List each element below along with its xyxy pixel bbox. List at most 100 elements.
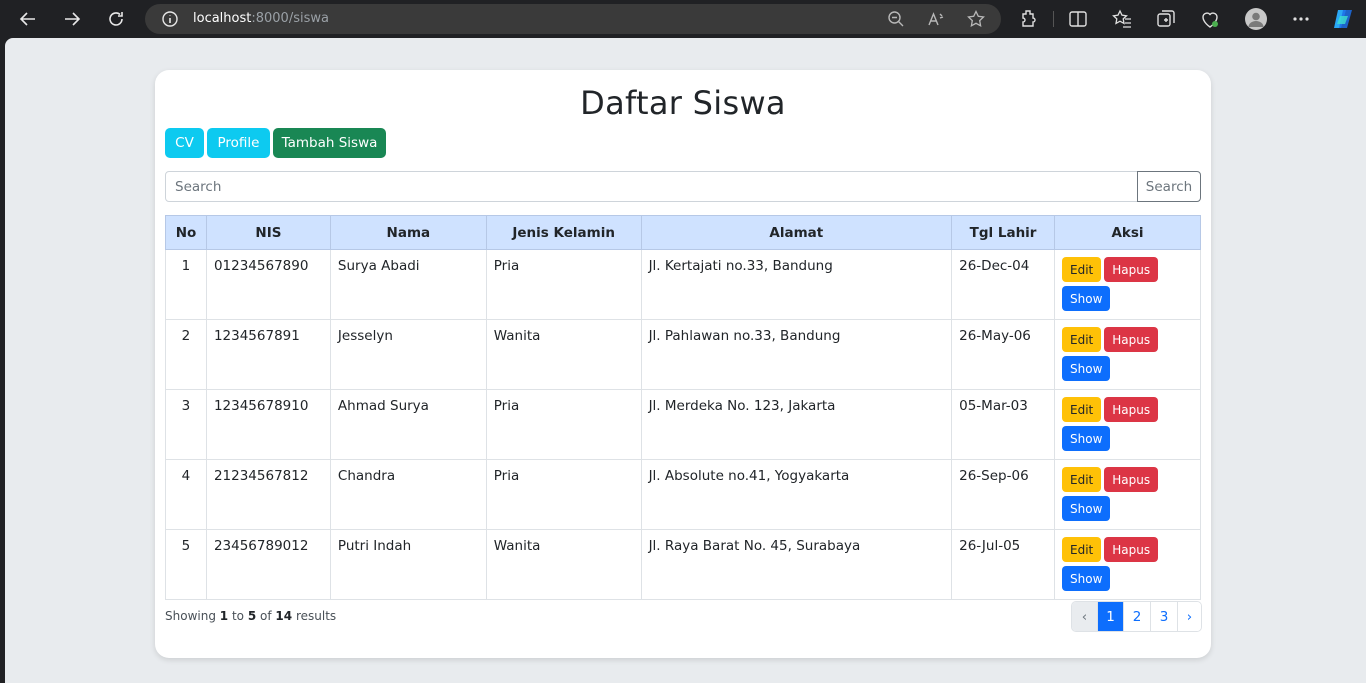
forward-button[interactable] [57, 4, 87, 34]
header-nama: Nama [329, 215, 487, 250]
table-row: 4 21234567812 Chandra Pria Jl. Absolute … [165, 459, 1201, 530]
cell-tgl-lahir: 26-Dec-04 [951, 249, 1056, 320]
show-button[interactable]: Show [1062, 426, 1111, 451]
cell-aksi: Edit Hapus Show [1054, 319, 1201, 390]
refresh-icon [109, 12, 123, 26]
extensions-icon[interactable] [1017, 7, 1041, 31]
show-button[interactable]: Show [1062, 566, 1111, 591]
header-tgl-lahir: Tgl Lahir [951, 215, 1056, 250]
table-row: 2 1234567891 Jesselyn Wanita Jl. Pahlawa… [165, 319, 1201, 390]
copilot-icon[interactable] [1330, 6, 1356, 32]
url-text[interactable]: localhost:8000/siswa [193, 11, 329, 26]
table-row: 5 23456789012 Putri Indah Wanita Jl. Ray… [165, 529, 1201, 600]
info-icon[interactable] [161, 10, 179, 28]
cell-aksi: Edit Hapus Show [1054, 529, 1201, 600]
user-icon [1248, 12, 1264, 27]
cell-no: 4 [165, 459, 207, 530]
refresh-button[interactable] [101, 4, 131, 34]
pagination-page-3[interactable]: 3 [1150, 602, 1177, 631]
students-table: No NIS Nama Jenis Kelamin Alamat Tgl Lah… [165, 215, 1201, 600]
profile-button[interactable]: Profile [207, 128, 270, 158]
results-summary: Showing 1 to 5 of 14 results [165, 609, 336, 623]
browser-essentials-icon[interactable] [1198, 7, 1222, 31]
cell-jenis-kelamin: Pria [485, 249, 642, 320]
split-screen-icon[interactable] [1066, 7, 1090, 31]
favorites-icon[interactable] [1110, 7, 1134, 31]
cell-jenis-kelamin: Pria [485, 459, 642, 530]
arrow-left-icon [19, 12, 35, 26]
cell-tgl-lahir: 26-Sep-06 [951, 459, 1056, 530]
arrow-right-icon [65, 12, 81, 26]
header-nis: NIS [205, 215, 331, 250]
cv-button[interactable]: CV [165, 128, 204, 158]
more-menu-button[interactable] [1289, 8, 1313, 30]
show-button[interactable]: Show [1062, 286, 1111, 311]
url-path: :8000/siswa [251, 11, 329, 26]
read-aloud-icon[interactable] [926, 9, 946, 29]
cell-nis: 21234567812 [205, 459, 331, 530]
url-host: localhost [193, 11, 252, 26]
add-student-button[interactable]: Tambah Siswa [273, 128, 386, 158]
cell-nama: Putri Indah [329, 529, 487, 600]
delete-button[interactable]: Hapus [1104, 467, 1159, 492]
cell-jenis-kelamin: Wanita [485, 529, 642, 600]
cell-aksi: Edit Hapus Show [1054, 459, 1201, 530]
cell-nama: Surya Abadi [329, 249, 487, 320]
edit-button[interactable]: Edit [1062, 327, 1102, 352]
summary-total: 14 [275, 609, 293, 623]
delete-button[interactable]: Hapus [1104, 537, 1159, 562]
address-bar[interactable]: localhost:8000/siswa [145, 4, 1001, 34]
cell-no: 5 [165, 529, 207, 600]
header-alamat: Alamat [640, 215, 953, 250]
cell-alamat: Jl. Absolute no.41, Yogyakarta [640, 459, 953, 530]
table-row: 3 12345678910 Ahmad Surya Pria Jl. Merde… [165, 389, 1201, 460]
cell-alamat: Jl. Pahlawan no.33, Bandung [640, 319, 953, 390]
cell-nis: 12345678910 [205, 389, 331, 460]
header-aksi: Aksi [1054, 215, 1201, 250]
cell-tgl-lahir: 05-Mar-03 [951, 389, 1056, 460]
cell-no: 3 [165, 389, 207, 460]
back-button[interactable] [13, 4, 43, 34]
cell-nis: 1234567891 [205, 319, 331, 390]
cell-alamat: Jl. Kertajati no.33, Bandung [640, 249, 953, 320]
summary-from: 1 [219, 609, 229, 623]
cell-tgl-lahir: 26-May-06 [951, 319, 1056, 390]
header-jenis-kelamin: Jenis Kelamin [485, 215, 642, 250]
edit-button[interactable]: Edit [1062, 467, 1102, 492]
summary-to-word: to [231, 609, 244, 623]
ellipsis-icon [1293, 17, 1309, 21]
summary-to: 5 [247, 609, 257, 623]
summary-suffix: results [295, 609, 337, 623]
pagination-prev[interactable]: ‹ [1072, 602, 1097, 631]
delete-button[interactable]: Hapus [1104, 327, 1159, 352]
cell-alamat: Jl. Merdeka No. 123, Jakarta [640, 389, 953, 460]
search-button[interactable]: Search [1137, 171, 1201, 202]
cell-aksi: Edit Hapus Show [1054, 389, 1201, 460]
show-button[interactable]: Show [1062, 356, 1111, 381]
cell-nama: Ahmad Surya [329, 389, 487, 460]
main-card: Daftar Siswa CV Profile Tambah Siswa Sea… [155, 70, 1211, 658]
cell-tgl-lahir: 26-Jul-05 [951, 529, 1056, 600]
edit-button[interactable]: Edit [1062, 257, 1102, 282]
summary-of-word: of [260, 609, 272, 623]
browser-toolbar: localhost:8000/siswa [0, 0, 1366, 38]
pagination-page-2[interactable]: 2 [1123, 602, 1150, 631]
pagination-page-1[interactable]: 1 [1097, 602, 1123, 631]
cell-alamat: Jl. Raya Barat No. 45, Surabaya [640, 529, 953, 600]
delete-button[interactable]: Hapus [1104, 397, 1159, 422]
cell-nis: 01234567890 [205, 249, 331, 320]
collections-icon[interactable] [1154, 7, 1178, 31]
pagination-next[interactable]: › [1177, 602, 1201, 631]
zoom-out-icon[interactable] [886, 9, 906, 29]
cell-jenis-kelamin: Wanita [485, 319, 642, 390]
page-title: Daftar Siswa [580, 84, 786, 122]
edit-button[interactable]: Edit [1062, 537, 1102, 562]
summary-prefix: Showing [165, 609, 216, 623]
star-icon[interactable] [966, 9, 986, 29]
cell-nis: 23456789012 [205, 529, 331, 600]
edit-button[interactable]: Edit [1062, 397, 1102, 422]
avatar[interactable] [1245, 8, 1267, 30]
delete-button[interactable]: Hapus [1104, 257, 1159, 282]
show-button[interactable]: Show [1062, 496, 1111, 521]
search-input[interactable]: Search [165, 171, 1138, 202]
